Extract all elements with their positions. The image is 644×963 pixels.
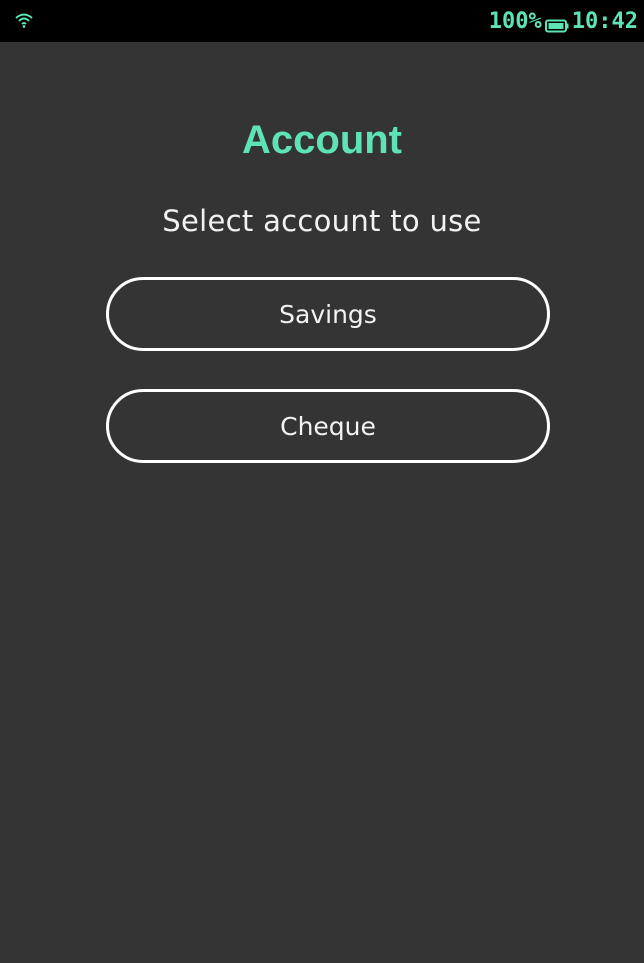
clock: 10:42 — [571, 8, 638, 34]
status-bar: 100% 10:42 — [0, 0, 644, 42]
page-subtitle: Select account to use — [162, 204, 482, 238]
cheque-button[interactable]: Cheque — [106, 389, 550, 463]
wifi-icon — [14, 12, 34, 28]
savings-button[interactable]: Savings — [106, 277, 550, 351]
page-title: Account — [242, 118, 402, 162]
cheque-button-label: Cheque — [280, 411, 376, 441]
battery-icon — [544, 14, 569, 33]
account-selection-screen: 100% 10:42 Account Select account to use… — [0, 0, 644, 963]
savings-button-label: Savings — [279, 299, 377, 329]
battery-percent: 100% — [488, 8, 542, 34]
status-indicators: 100% 10:42 — [489, 5, 638, 37]
